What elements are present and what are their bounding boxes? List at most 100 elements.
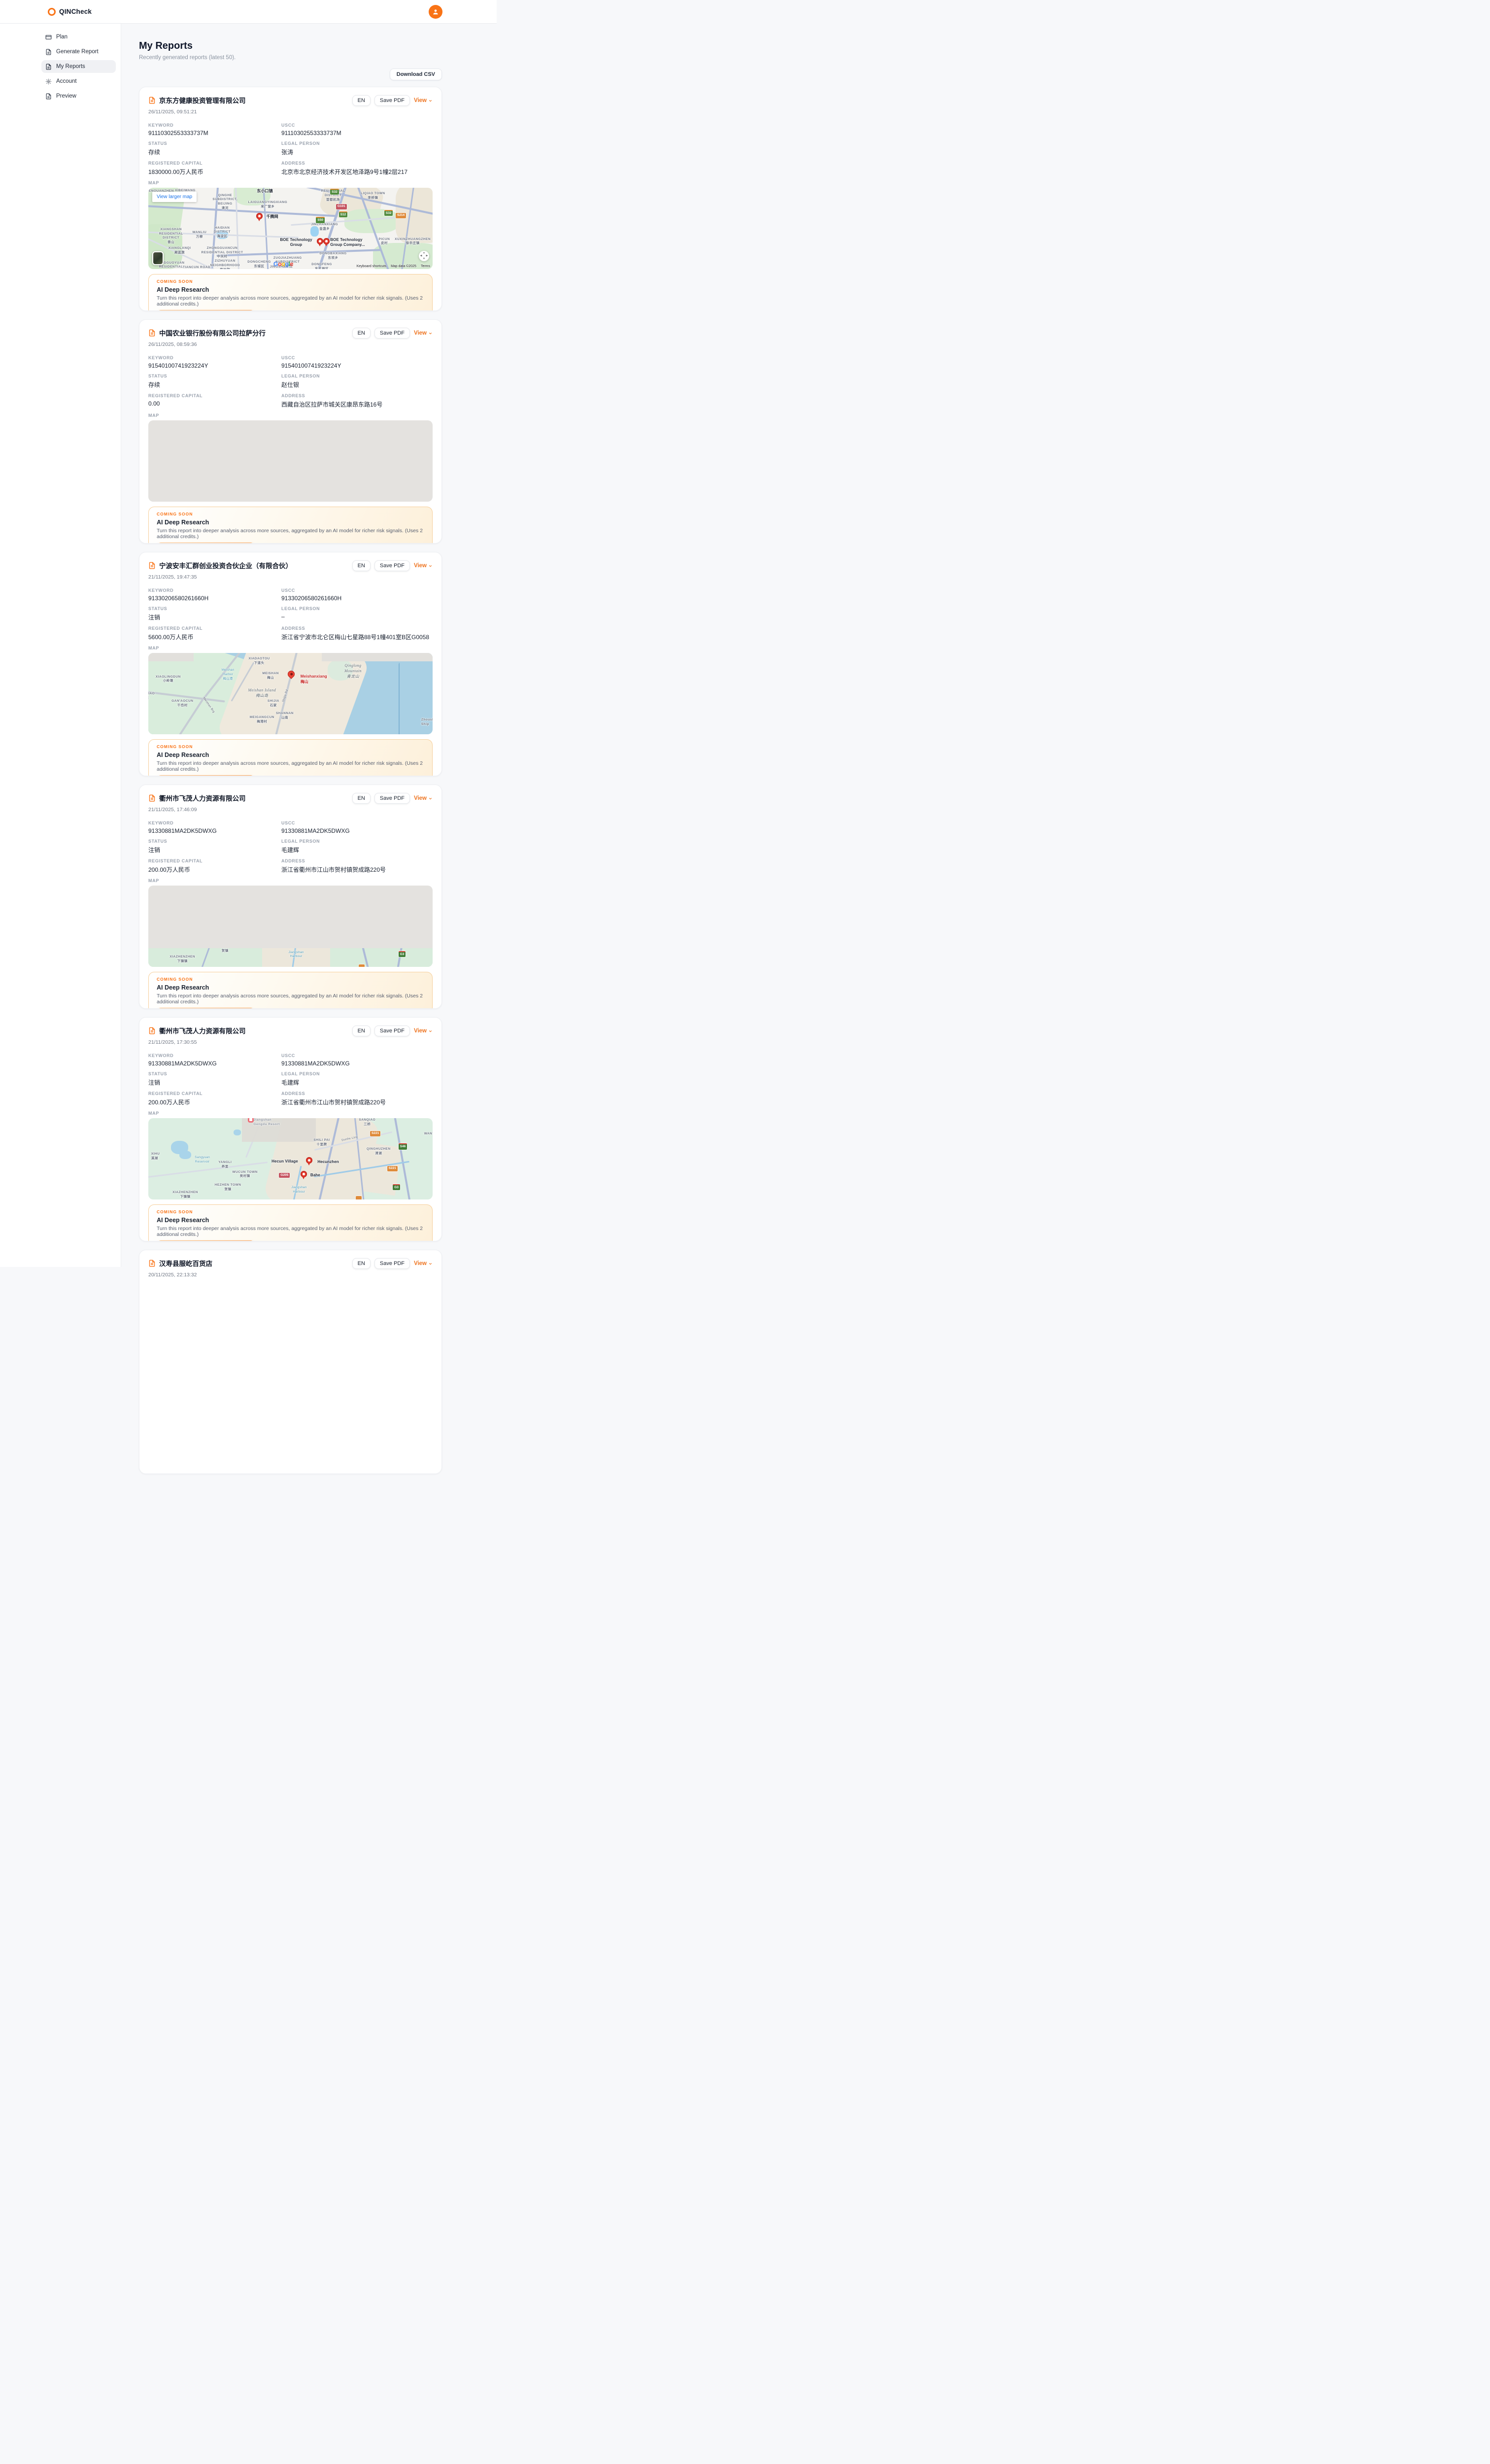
view-dropdown[interactable]: View [414, 98, 433, 103]
google-map-jiangshan[interactable]: Jiangshan Gengdu Resort SANQIAO 三桥 SHILI… [148, 1118, 433, 1199]
ai-deep-research-button[interactable]: AI Deep Research • Coming Soon [157, 1008, 255, 1009]
coming-soon-badge: COMING SOON [157, 512, 424, 516]
sidebar-item-preview[interactable]: Preview [41, 90, 116, 103]
map-place-label: JINZHANXIANG 金盏乡 [311, 223, 338, 232]
map-marker-label: Meishanxiang 梅山 [301, 674, 327, 685]
map-pin[interactable] [256, 213, 263, 219]
view-dropdown[interactable]: View [414, 1261, 433, 1266]
sidebar-item-label: Account [56, 78, 77, 84]
en-button[interactable]: EN [352, 560, 371, 571]
coming-soon-panel: COMING SOON AI Deep Research Turn this r… [148, 972, 433, 1009]
sidebar-item-label: My Reports [56, 64, 85, 69]
en-button[interactable]: EN [352, 1258, 371, 1269]
map-place-label: HAIDIAN DISTRICT 海淀区 [214, 226, 231, 239]
map-pin[interactable] [317, 238, 323, 244]
chevron-down-icon [428, 564, 433, 568]
map-place-label: Sangyuan Reservoir [195, 1156, 210, 1164]
report-date: 21/11/2025, 17:30:55 [148, 1039, 433, 1045]
map-marker-label: 千腾网 [266, 214, 278, 220]
report-date: 26/11/2025, 08:59:36 [148, 342, 433, 347]
field-value: 91330881MA2DK5DWXG [148, 827, 281, 834]
terms-link[interactable]: Terms [421, 265, 430, 268]
road-badge: G3 [399, 951, 406, 958]
ai-deep-research-button[interactable]: AI Deep Research • Coming Soon [157, 1240, 255, 1241]
map-marker-label: BOE Technology Group [280, 238, 312, 248]
file-text-icon [45, 64, 52, 70]
ai-deep-research-button[interactable]: AI Deep Research • Coming Soon [157, 543, 255, 544]
field-label: KEYWORD [148, 1053, 281, 1058]
save-pdf-button[interactable]: Save PDF [374, 328, 410, 339]
save-pdf-button[interactable]: Save PDF [374, 1258, 410, 1269]
view-dropdown[interactable]: View [414, 330, 433, 336]
google-map-loading[interactable] [148, 420, 433, 502]
sidebar-item-generate-report[interactable]: Generate Report [41, 45, 116, 58]
coming-soon-panel: COMING SOON AI Deep Research Turn this r… [148, 739, 433, 776]
map-pin[interactable] [301, 1171, 307, 1177]
field-value: 200.00万人民币 [148, 865, 281, 874]
map-place-label: Meishan Island 梅山岛 [248, 688, 276, 699]
view-dropdown[interactable]: View [414, 795, 433, 801]
map-label: MAP [148, 413, 433, 418]
field-label: REGISTERED CAPITAL [148, 161, 281, 166]
report-card: 中国农业银行股份有限公司拉萨分行 EN Save PDF View 26/11/… [139, 319, 442, 544]
report-title: 衢州市飞茂人力资源有限公司 [159, 793, 246, 803]
view-dropdown[interactable]: View [414, 563, 433, 569]
sidebar-item-account[interactable]: Account [41, 75, 116, 88]
arrow-right-icon: ▶ [426, 255, 428, 257]
chevron-down-icon [428, 1262, 433, 1266]
save-pdf-button[interactable]: Save PDF [374, 1026, 410, 1036]
report-title: 宁波安丰汇群创业投资合伙企业（有限合伙） [159, 560, 292, 570]
keyboard-shortcuts-link[interactable]: Keyboard shortcuts [357, 265, 386, 268]
road-badge-partial [356, 1196, 362, 1199]
map-marker-label: Hecunzhen [317, 1160, 339, 1165]
file-text-icon [45, 49, 52, 55]
download-csv-button[interactable]: Download CSV [390, 68, 442, 80]
field-value: 注销 [148, 613, 281, 621]
person-icon [432, 8, 439, 15]
field-value: 浙江省宁波市北仑区梅山七星路88号1幢401室B区G0058 [281, 633, 433, 641]
page-title: My Reports [139, 40, 442, 52]
sidebar: Plan Generate Report My Reports Account … [0, 24, 121, 1267]
save-pdf-button[interactable]: Save PDF [374, 793, 410, 804]
app-name: QINCheck [59, 8, 92, 15]
ai-deep-research-button[interactable]: AI Deep Research • Coming Soon [157, 775, 255, 776]
save-pdf-button[interactable]: Save PDF [374, 560, 410, 571]
satellite-toggle-thumbnail[interactable] [152, 251, 164, 265]
en-button[interactable]: EN [352, 328, 371, 339]
field-value: 西藏自治区拉萨市城关区康昂东路16号 [281, 400, 433, 409]
report-doc-icon [148, 562, 156, 569]
view-larger-map-link[interactable]: View larger map [152, 192, 197, 202]
map-pin[interactable] [323, 238, 330, 244]
user-avatar[interactable] [429, 5, 442, 19]
field-label: KEYWORD [148, 821, 281, 825]
map-place-label: HEZHEN TOWN 贺镇 [212, 948, 238, 954]
field-value: 浙江省衢州市江山市贺村镇贺成路220号 [281, 865, 433, 874]
en-button[interactable]: EN [352, 95, 371, 106]
sidebar-item-my-reports[interactable]: My Reports [41, 60, 116, 73]
coming-soon-title: AI Deep Research [157, 519, 424, 526]
field-label: KEYWORD [148, 123, 281, 128]
page-subtitle: Recently generated reports (latest 50). [139, 55, 442, 61]
google-map-partial[interactable]: HEZHEN TOWN 贺镇 XIAZHENZHEN 下镇镇 Jiangshan… [148, 886, 433, 967]
view-dropdown[interactable]: View [414, 1028, 433, 1034]
field-label: USCC [281, 588, 433, 593]
save-pdf-button[interactable]: Save PDF [374, 95, 410, 106]
coming-soon-description: Turn this report into deeper analysis ac… [157, 760, 424, 772]
top-bar: QINCheck [0, 0, 497, 24]
road-badge: G101 [336, 204, 347, 209]
google-map-beijing[interactable]: WENQUANZHEN XIBEIWANG ZHEN 西北旺镇 QINGHE S… [148, 188, 433, 269]
road-badge: S50 [316, 217, 325, 223]
ai-deep-research-button[interactable]: AI Deep Research • Coming Soon [157, 310, 255, 311]
google-map-meishan[interactable]: XIADAOTOU 下道头 Meishan Harbor 梅山港 MEISHAN… [148, 653, 433, 734]
field-value: 91110302553333737M [148, 130, 281, 137]
map-place-label: MIAO 庙 [148, 692, 155, 701]
map-place-label: MEISHAN 梅山 [262, 672, 278, 681]
en-button[interactable]: EN [352, 793, 371, 804]
field-value: 91330881MA2DK5DWXG [281, 827, 433, 834]
arrow-up-icon: ▲ [423, 252, 425, 254]
en-button[interactable]: EN [352, 1026, 371, 1036]
map-pan-control[interactable]: ▲ ▼ ◀ ▶ [419, 251, 429, 261]
resort-map-pin[interactable] [248, 1118, 254, 1123]
sidebar-item-plan[interactable]: Plan [41, 31, 116, 43]
logo-ring-icon [48, 8, 56, 16]
